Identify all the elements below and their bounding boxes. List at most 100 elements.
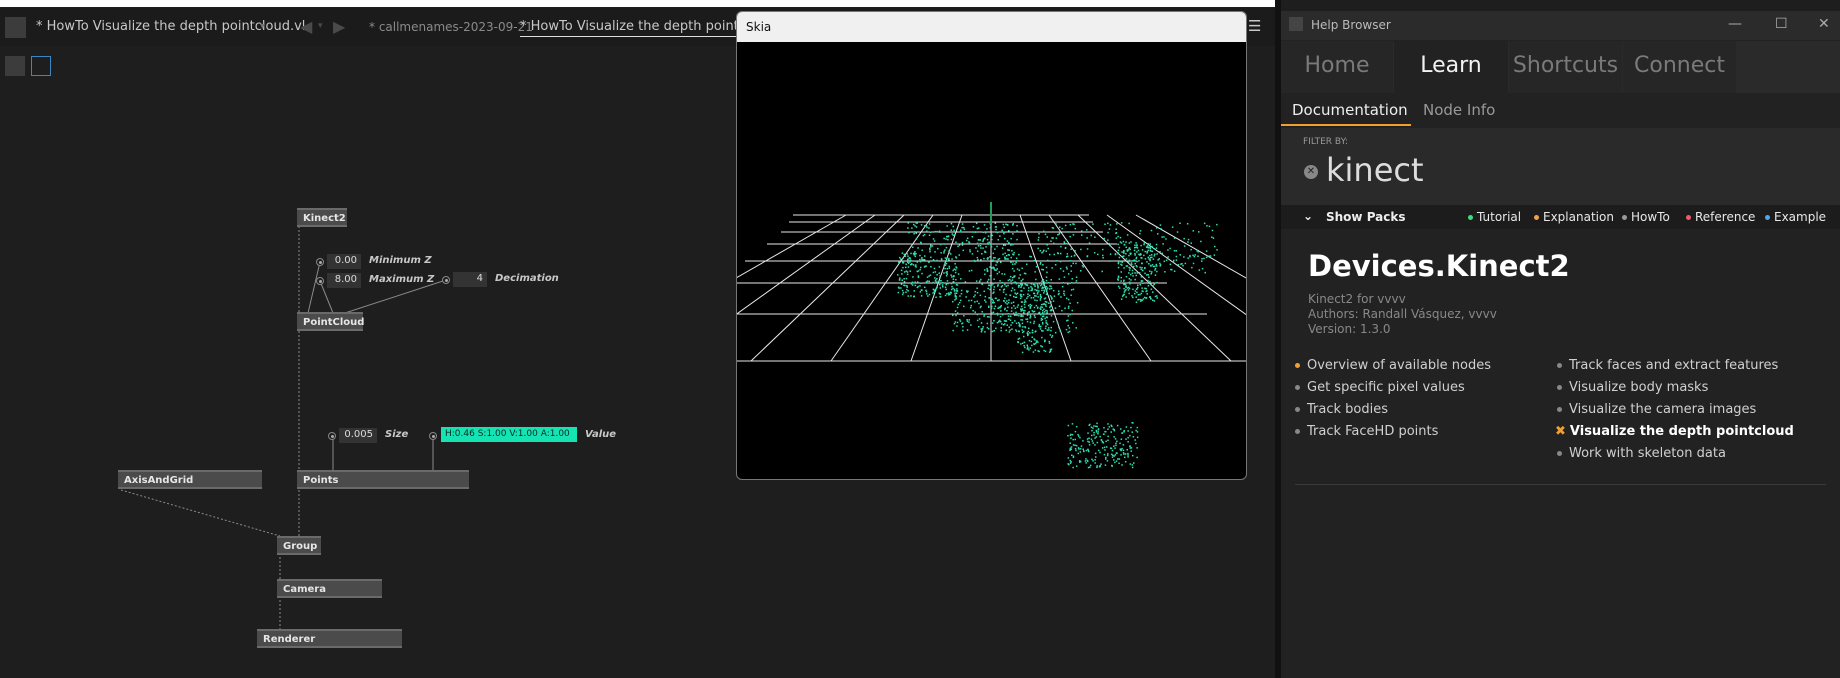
tag-explanation[interactable]: Explanation [1534, 210, 1614, 224]
cloud-point [1021, 319, 1024, 321]
clear-filter-icon[interactable]: ✕ [1304, 165, 1318, 179]
skia-render-window[interactable]: Skia [736, 11, 1247, 480]
cloud-point [1001, 323, 1003, 325]
cloud-point [1012, 263, 1014, 265]
cloud-point [1152, 258, 1155, 260]
cloud-point [952, 275, 955, 277]
maximize-icon[interactable]: ☐ [1775, 16, 1788, 32]
link-camera-images[interactable]: Visualize the camera images [1557, 402, 1756, 417]
cloud-point [1018, 253, 1020, 256]
cloud-point [1021, 308, 1024, 310]
cloud-point [1091, 458, 1093, 461]
node-points[interactable]: Points [297, 470, 469, 489]
cloud-point [983, 315, 985, 317]
cloud-point [1012, 224, 1014, 226]
pin-size[interactable] [328, 432, 336, 440]
cloud-point [1055, 223, 1057, 225]
link-track-bodies[interactable]: Track bodies [1295, 402, 1388, 417]
minimum-z-value[interactable]: 0.00 [327, 254, 361, 269]
cloud-point [1030, 286, 1032, 288]
cloud-point [922, 234, 925, 237]
cloud-point [1070, 446, 1073, 448]
cloud-point [1183, 256, 1185, 258]
cloud-point [1074, 430, 1077, 433]
link-skeleton-data[interactable]: Work with skeleton data [1557, 446, 1726, 461]
tab-documentation[interactable]: Documentation [1292, 101, 1408, 119]
cloud-point [1144, 267, 1146, 269]
filter-input[interactable]: kinect [1326, 151, 1424, 189]
cloud-point [954, 299, 956, 301]
link-body-masks[interactable]: Visualize body masks [1557, 380, 1708, 395]
cloud-point [1041, 318, 1044, 321]
cloud-point [1033, 282, 1035, 284]
node-axisandgrid[interactable]: AxisAndGrid [118, 470, 262, 489]
cloud-point [1088, 242, 1091, 244]
chevron-down-icon[interactable]: ⌄ [1303, 209, 1313, 223]
cloud-point [1022, 310, 1025, 312]
tag-example[interactable]: Example [1765, 210, 1826, 224]
tab-shortcuts[interactable]: Shortcuts [1509, 41, 1622, 93]
cloud-point [1048, 327, 1050, 329]
pin-color[interactable] [429, 432, 437, 440]
minimize-icon[interactable]: — [1728, 16, 1742, 32]
tab-connect[interactable]: Connect [1623, 41, 1736, 93]
cloud-point [966, 320, 969, 323]
node-pointcloud[interactable]: PointCloud [297, 312, 364, 331]
tag-tutorial[interactable]: Tutorial [1468, 210, 1521, 224]
link-depth-pointcloud[interactable]: ✖ Visualize the depth pointcloud [1555, 424, 1794, 439]
tab-home[interactable]: Home [1281, 41, 1393, 93]
cloud-point [930, 244, 932, 247]
cloud-point [1109, 244, 1112, 247]
cloud-point [1053, 242, 1055, 245]
pin-maximum-z[interactable] [316, 277, 324, 285]
show-packs-toggle[interactable]: Show Packs [1326, 210, 1406, 224]
color-value[interactable]: H:0.46 S:1.00 V:1.00 A:1.00 [441, 427, 577, 442]
cloud-point [983, 224, 986, 226]
pointcloud-viewport[interactable] [737, 42, 1246, 479]
pin-minimum-z[interactable] [316, 258, 324, 266]
link-overview-nodes[interactable]: Overview of available nodes [1295, 358, 1491, 373]
cloud-point [1120, 428, 1122, 430]
size-value[interactable]: 0.005 [339, 428, 377, 443]
cloud-point [1123, 430, 1125, 432]
cloud-point [988, 241, 990, 244]
cloud-point [899, 277, 901, 279]
cloud-point [1065, 239, 1068, 241]
cloud-point [1067, 331, 1069, 334]
cloud-point [1101, 270, 1103, 273]
tag-reference[interactable]: Reference [1686, 210, 1755, 224]
node-group[interactable]: Group [277, 536, 321, 555]
node-camera[interactable]: Camera [277, 579, 382, 598]
tab-node-info[interactable]: Node Info [1423, 101, 1495, 119]
link-track-facehd[interactable]: Track FaceHD points [1295, 424, 1438, 439]
cloud-point [1124, 290, 1126, 292]
node-kinect2[interactable]: Kinect2 [297, 208, 347, 227]
decimation-value[interactable]: 4 [453, 272, 487, 287]
cloud-point [1041, 252, 1043, 254]
node-renderer[interactable]: Renderer [257, 629, 402, 648]
cloud-point [939, 274, 941, 277]
cloud-point [930, 266, 932, 268]
tab-learn[interactable]: Learn [1394, 41, 1508, 93]
link-track-faces[interactable]: Track faces and extract features [1557, 358, 1778, 373]
cloud-point [945, 262, 948, 265]
maximum-z-value[interactable]: 8.00 [327, 273, 361, 288]
cloud-point [1094, 444, 1096, 446]
skia-titlebar[interactable]: Skia [737, 12, 1246, 42]
cloud-point [1066, 297, 1068, 300]
cloud-point [1131, 295, 1133, 297]
cloud-point [912, 264, 915, 266]
hamburger-menu-icon[interactable]: ☰ [1248, 17, 1261, 35]
cloud-point [932, 281, 934, 284]
cloud-point [1136, 426, 1139, 429]
link-pixel-values[interactable]: Get specific pixel values [1295, 380, 1465, 395]
cloud-point [1013, 295, 1015, 298]
cloud-point [986, 238, 989, 241]
cloud-point [1005, 285, 1007, 287]
pin-decimation[interactable] [442, 276, 450, 284]
help-titlebar[interactable]: Help Browser — ☐ ✕ [1281, 11, 1840, 40]
cloud-point [970, 304, 972, 307]
tag-howto[interactable]: HowTo [1622, 210, 1670, 224]
cloud-point [1120, 271, 1122, 273]
close-icon[interactable]: ✕ [1818, 16, 1830, 32]
